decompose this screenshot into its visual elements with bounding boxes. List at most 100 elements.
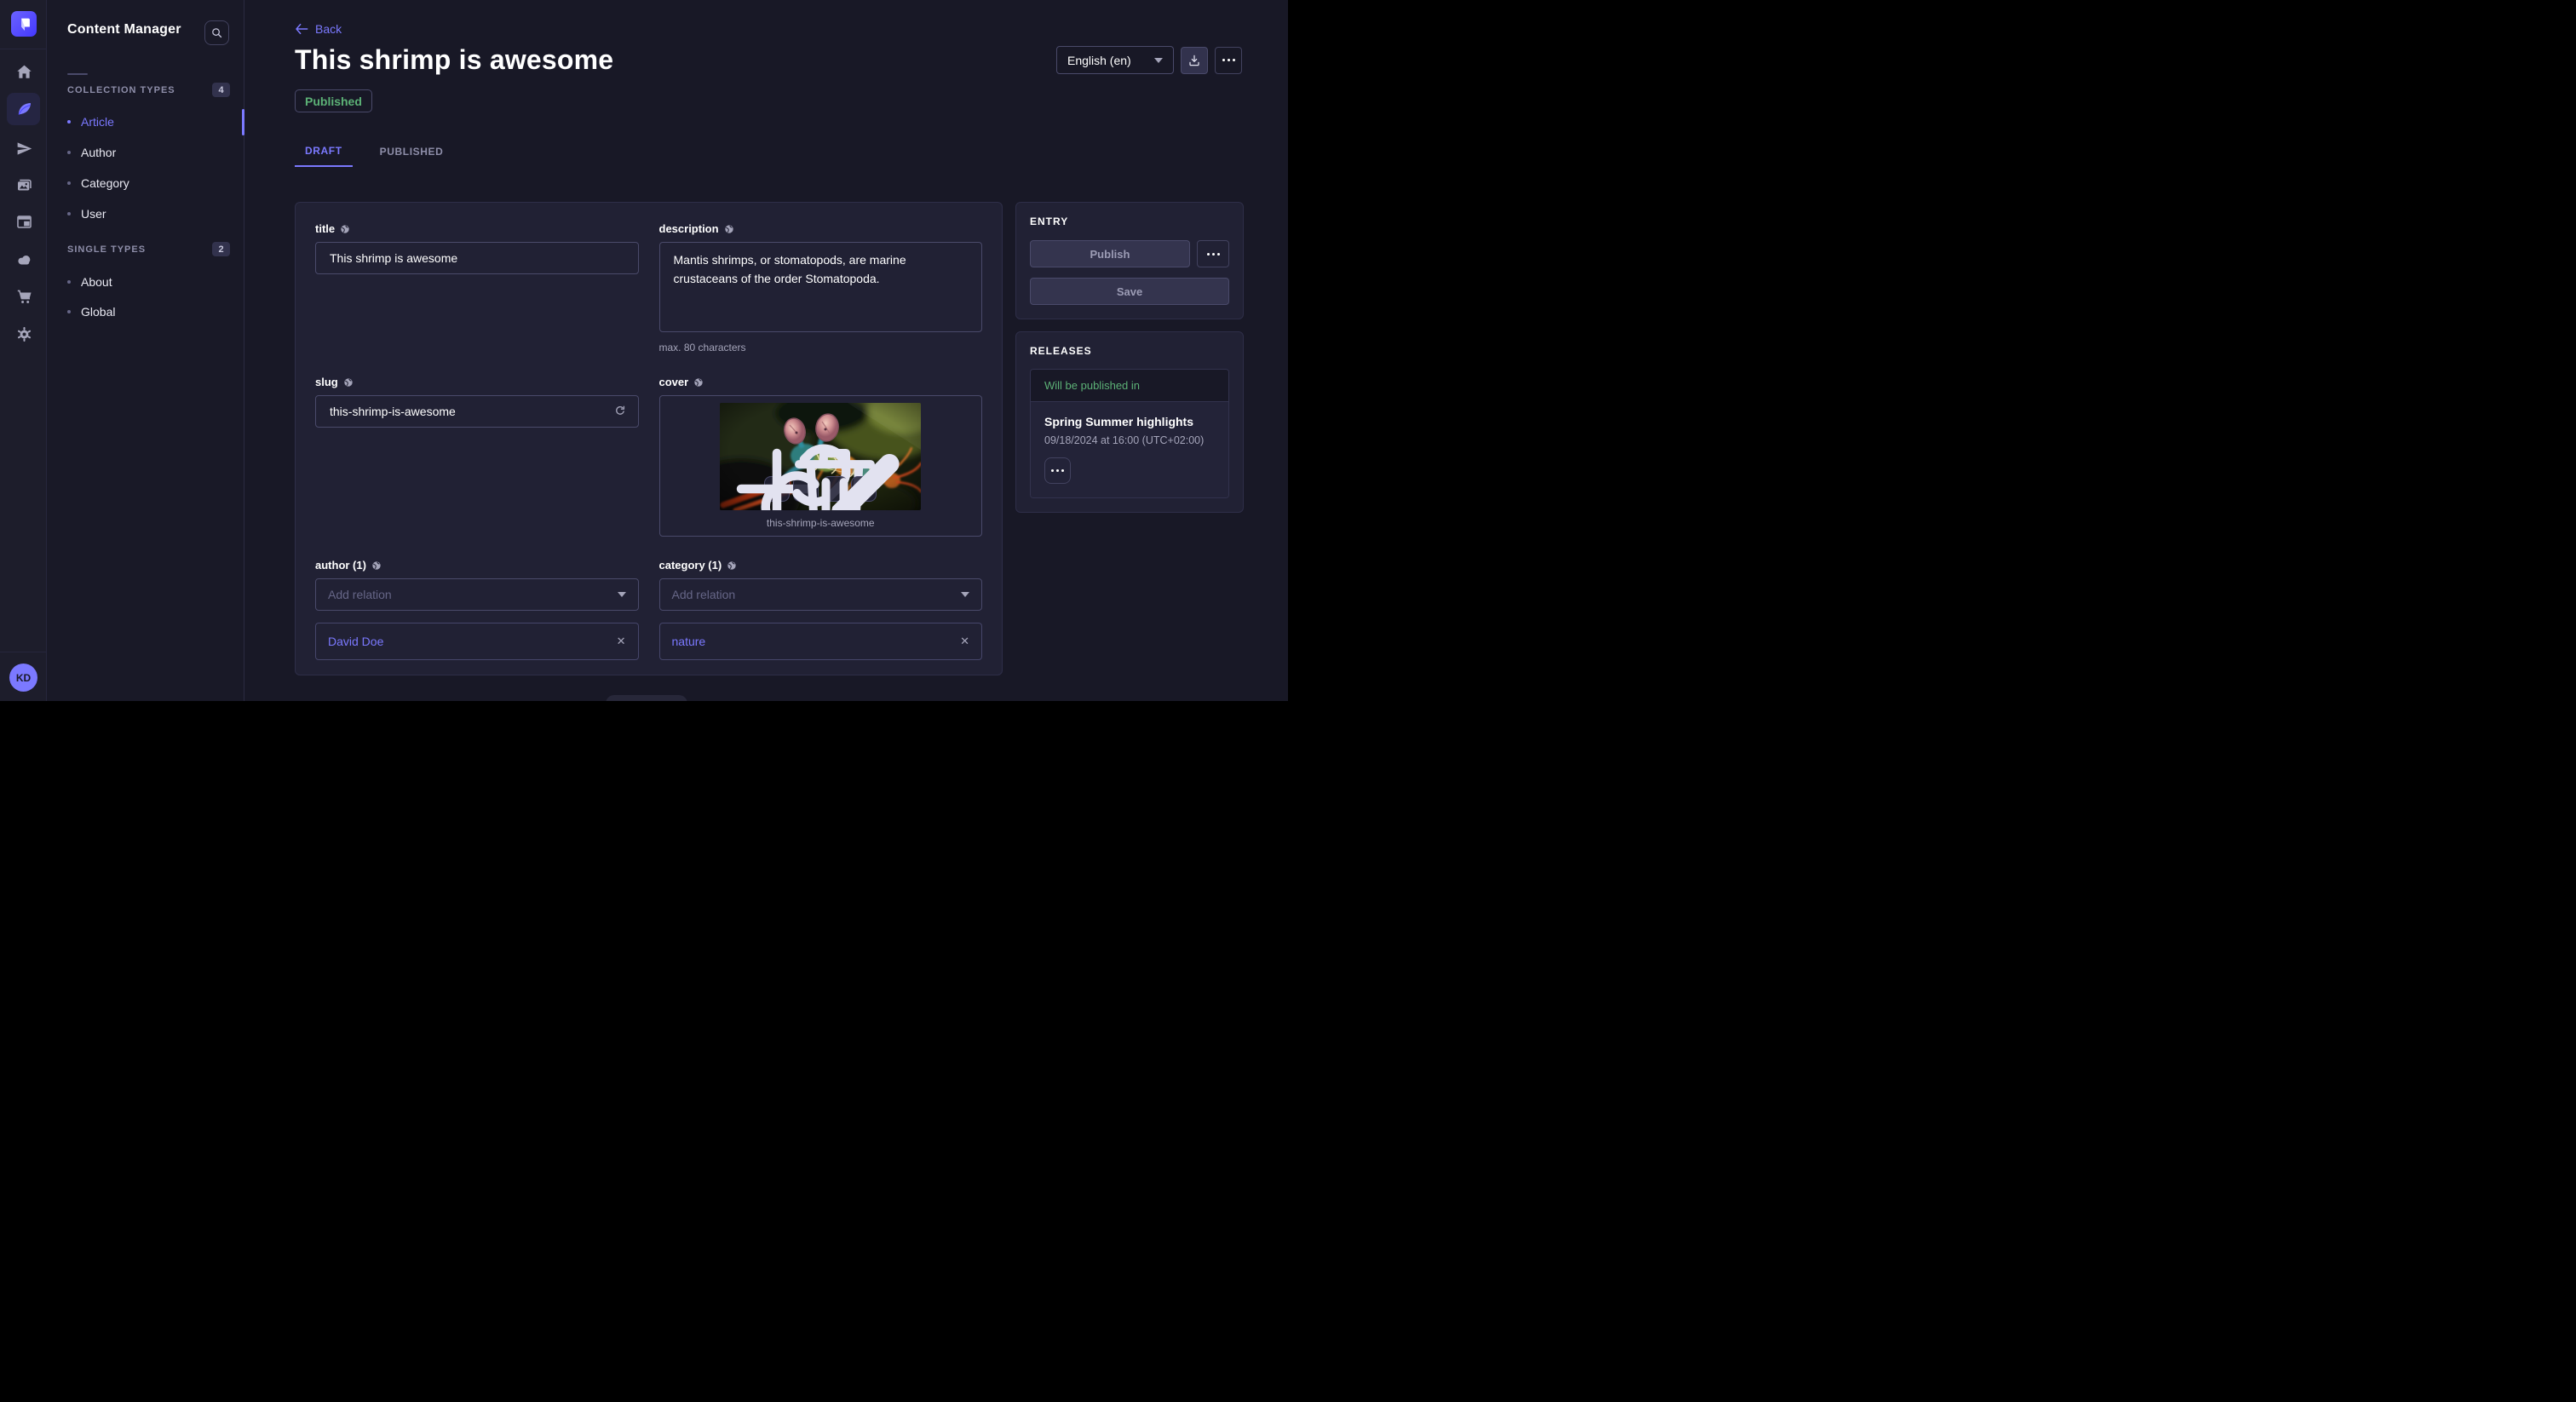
user-avatar[interactable]: KD bbox=[9, 664, 37, 692]
close-icon[interactable]: ✕ bbox=[960, 635, 969, 648]
back-link[interactable]: Back bbox=[295, 22, 342, 36]
sidebar-item-global[interactable]: Global bbox=[67, 298, 237, 325]
field-label: author (1) bbox=[315, 559, 639, 572]
field-label-text: cover bbox=[659, 376, 689, 388]
release-body: Spring Summer highlights 09/18/2024 at 1… bbox=[1031, 402, 1228, 497]
ellipsis-icon bbox=[1222, 59, 1235, 61]
images-icon bbox=[15, 176, 33, 194]
cover-caption: this-shrimp-is-awesome bbox=[660, 517, 982, 529]
relation-link[interactable]: nature bbox=[672, 635, 706, 648]
section-count-badge: 4 bbox=[212, 83, 230, 97]
entry-panel-title: ENTRY bbox=[1030, 215, 1229, 227]
cover-image bbox=[720, 403, 921, 510]
relation-link[interactable]: David Doe bbox=[328, 635, 383, 648]
search-icon bbox=[210, 26, 223, 39]
edit-asset-button[interactable] bbox=[851, 476, 877, 502]
category-relation-combobox[interactable]: Add relation bbox=[659, 578, 983, 611]
relation-placeholder: Add relation bbox=[672, 588, 736, 601]
cloud-icon bbox=[14, 250, 33, 269]
sidebar-item-settings[interactable] bbox=[14, 325, 33, 343]
section-count-badge: 2 bbox=[212, 242, 230, 256]
sidebar-item-releases[interactable] bbox=[14, 139, 33, 158]
globe-icon bbox=[693, 377, 704, 388]
tab-draft[interactable]: DRAFT bbox=[295, 136, 353, 167]
field-label: title bbox=[315, 222, 639, 235]
globe-icon bbox=[340, 224, 350, 234]
cover-asset-box: this-shrimp-is-awesome bbox=[659, 395, 983, 537]
icon-rail: KD bbox=[0, 0, 47, 701]
bullet-icon bbox=[67, 151, 71, 154]
globe-icon bbox=[371, 560, 382, 571]
refresh-icon bbox=[613, 405, 627, 418]
slug-input[interactable] bbox=[315, 395, 639, 428]
release-card: Will be published in Spring Summer highl… bbox=[1030, 369, 1229, 498]
gear-icon bbox=[15, 325, 33, 343]
header-actions: English (en) bbox=[1056, 46, 1242, 74]
ellipsis-icon bbox=[1051, 469, 1064, 472]
sidebar-item-content-type-builder[interactable] bbox=[14, 212, 33, 231]
entry-more-button[interactable] bbox=[1197, 240, 1229, 267]
sidebar-item-cloud[interactable] bbox=[14, 250, 33, 269]
nav-item-label: Author bbox=[81, 146, 116, 159]
search-button[interactable] bbox=[204, 20, 229, 45]
locale-select[interactable]: English (en) bbox=[1056, 46, 1174, 74]
sidebar-item-author[interactable]: Author bbox=[67, 139, 237, 166]
status-badge: Published bbox=[295, 89, 372, 112]
field-label: category (1) bbox=[659, 559, 983, 572]
title-input[interactable] bbox=[315, 242, 639, 274]
field-title: title bbox=[315, 222, 639, 353]
bullet-icon bbox=[67, 280, 71, 284]
back-label: Back bbox=[315, 22, 342, 36]
chevron-down-icon bbox=[961, 592, 969, 597]
sidebar-item-user[interactable]: User bbox=[67, 200, 237, 227]
header-more-button[interactable] bbox=[1215, 47, 1242, 74]
sidebar-item-marketplace[interactable] bbox=[14, 287, 33, 306]
publish-button[interactable]: Publish bbox=[1030, 240, 1190, 267]
paper-plane-icon bbox=[15, 140, 33, 158]
strapi-logo-icon[interactable] bbox=[11, 11, 37, 37]
export-button[interactable] bbox=[1181, 47, 1208, 74]
bullet-icon bbox=[67, 310, 71, 313]
tab-published[interactable]: PUBLISHED bbox=[370, 136, 454, 167]
sidebar-item-media-library[interactable] bbox=[14, 175, 33, 194]
download-icon bbox=[1187, 54, 1201, 67]
field-label: description bbox=[659, 222, 983, 235]
chevron-down-icon bbox=[1154, 58, 1163, 63]
relation-placeholder: Add relation bbox=[328, 588, 392, 601]
edit-form-card: title description Mantis shrimps, or sto… bbox=[295, 202, 1003, 675]
field-label: cover bbox=[659, 376, 983, 388]
author-relation-combobox[interactable]: Add relation bbox=[315, 578, 639, 611]
cart-icon bbox=[15, 288, 33, 306]
release-status: Will be published in bbox=[1031, 370, 1228, 402]
releases-panel: RELEASES Will be published in Spring Sum… bbox=[1015, 331, 1244, 513]
regenerate-slug-button[interactable] bbox=[610, 401, 630, 422]
sidebar-item-category[interactable]: Category bbox=[67, 170, 237, 197]
entry-actions: Publish bbox=[1030, 240, 1229, 267]
nav-item-label: Category bbox=[81, 176, 129, 190]
section-single-types: SINGLE TYPES 2 bbox=[67, 242, 230, 256]
description-textarea[interactable]: Mantis shrimps, or stomatopods, are mari… bbox=[659, 242, 983, 332]
sidebar-item-content-manager[interactable] bbox=[14, 100, 33, 118]
cover-toolbar bbox=[764, 476, 877, 502]
save-button[interactable]: Save bbox=[1030, 278, 1229, 305]
partial-bottom-button[interactable] bbox=[606, 695, 687, 701]
field-label-text: category (1) bbox=[659, 559, 722, 572]
field-description: description Mantis shrimps, or stomatopo… bbox=[659, 222, 983, 353]
globe-icon bbox=[343, 377, 354, 388]
section-collection-types: COLLECTION TYPES 4 bbox=[67, 83, 230, 97]
author-relation-chip: David Doe ✕ bbox=[315, 623, 639, 660]
field-label-text: title bbox=[315, 222, 335, 235]
field-author: author (1) Add relation David Doe ✕ bbox=[315, 559, 639, 660]
entry-panel: ENTRY Publish Save bbox=[1015, 202, 1244, 319]
release-more-button[interactable] bbox=[1044, 457, 1071, 484]
field-cover: cover bbox=[659, 376, 983, 537]
bullet-icon bbox=[67, 212, 71, 215]
release-name: Spring Summer highlights bbox=[1044, 415, 1215, 428]
globe-icon bbox=[724, 224, 734, 234]
sidebar-item-about[interactable]: About bbox=[67, 268, 237, 296]
close-icon[interactable]: ✕ bbox=[617, 635, 626, 648]
bullet-icon bbox=[67, 120, 71, 124]
field-slug: slug bbox=[315, 376, 639, 537]
sidebar-item-article[interactable]: Article bbox=[67, 108, 237, 135]
sidebar-item-home[interactable] bbox=[14, 62, 33, 81]
